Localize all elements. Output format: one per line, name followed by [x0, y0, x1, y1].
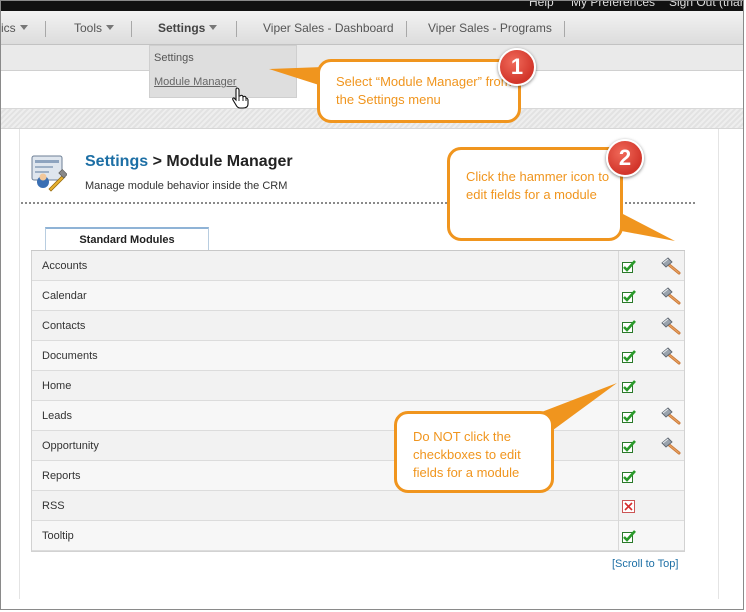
module-name: Leads	[42, 410, 72, 422]
module-manager-icon	[31, 155, 67, 192]
page-subtitle: Manage module behavior inside the CRM	[85, 180, 288, 192]
enabled-checkbox-icon[interactable]	[622, 260, 636, 273]
nav-item-viper-sales-programs[interactable]: Viper Sales - Programs	[428, 21, 552, 35]
tab-standard-modules[interactable]: Standard Modules	[45, 227, 209, 251]
cell-divider	[618, 431, 619, 461]
disabled-checkbox-icon[interactable]	[622, 500, 636, 513]
chevron-down-icon	[106, 25, 115, 30]
nav-separator	[406, 21, 407, 37]
module-name: Calendar	[42, 290, 87, 302]
main-nav-bar: ics Tools Settings Viper Sales - Dashboa…	[1, 11, 743, 45]
dropdown-item-module-manager[interactable]: Module Manager	[154, 76, 237, 88]
callout-do-not-click-checkboxes: Do NOT click the checkboxes to edit fiel…	[394, 411, 554, 493]
callout-2-text: Click the hammer icon to edit fields for…	[466, 169, 610, 202]
enabled-checkbox-icon[interactable]	[622, 380, 636, 393]
page-title-text: Module Manager	[166, 153, 293, 170]
nav-separator	[45, 21, 46, 37]
cell-divider	[618, 251, 619, 281]
table-row: Leads	[32, 401, 684, 431]
callout-1-text: Select “Module Manager” from the Setting…	[336, 74, 512, 107]
cell-divider	[618, 371, 619, 401]
hammer-icon[interactable]	[660, 437, 682, 455]
cell-divider	[618, 401, 619, 431]
hand-cursor-icon	[232, 87, 249, 109]
hammer-icon[interactable]	[660, 257, 682, 275]
enabled-checkbox-icon[interactable]	[622, 410, 636, 423]
module-name: RSS	[42, 500, 65, 512]
cell-divider	[618, 281, 619, 311]
module-name: Reports	[42, 470, 81, 482]
table-row: Calendar	[32, 281, 684, 311]
module-name: Contacts	[42, 320, 86, 332]
chevron-down-icon	[209, 25, 218, 30]
enabled-checkbox-icon[interactable]	[622, 350, 636, 363]
breadcrumb-separator: >	[148, 153, 167, 170]
table-row: Contacts	[32, 311, 684, 341]
table-row: RSS	[32, 491, 684, 521]
enabled-checkbox-icon[interactable]	[622, 320, 636, 333]
chevron-down-icon	[19, 25, 28, 30]
page-title: Settings > Module Manager	[85, 153, 293, 171]
breadcrumb-settings-link[interactable]: Settings	[85, 153, 148, 170]
table-row: Tooltip	[32, 521, 684, 551]
module-name: Home	[42, 380, 72, 392]
nav-item-tools[interactable]: Tools	[74, 21, 115, 35]
cell-divider	[618, 311, 619, 341]
nav-separator	[564, 21, 565, 37]
cell-divider	[618, 341, 619, 371]
cell-divider	[618, 461, 619, 491]
hammer-icon[interactable]	[660, 347, 682, 365]
enabled-checkbox-icon[interactable]	[622, 440, 636, 453]
step-1-badge: 1	[498, 48, 536, 86]
callout-click-hammer: Click the hammer icon to edit fields for…	[447, 147, 623, 241]
my-preferences-link[interactable]: My Preferences	[571, 1, 655, 9]
callout-select-module-manager: Select “Module Manager” from the Setting…	[317, 59, 521, 123]
table-row: Opportunity	[32, 431, 684, 461]
nav-item-settings[interactable]: Settings	[158, 21, 218, 35]
module-name: Documents	[42, 350, 98, 362]
callout-3-text: Do NOT click the checkboxes to edit fiel…	[413, 429, 521, 480]
settings-dropdown-menu: Settings Module Manager	[149, 45, 297, 98]
cell-divider	[618, 521, 619, 551]
table-row: Home	[32, 371, 684, 401]
table-row: Reports	[32, 461, 684, 491]
table-row: Documents	[32, 341, 684, 371]
enabled-checkbox-icon[interactable]	[622, 470, 636, 483]
hammer-icon[interactable]	[660, 287, 682, 305]
top-bar: Help My Preferences Sign Out (thar	[1, 1, 743, 11]
module-name: Opportunity	[42, 440, 99, 452]
dropdown-item-settings[interactable]: Settings	[154, 52, 194, 64]
module-name: Accounts	[42, 260, 88, 272]
nav-item-analytics[interactable]: ics	[1, 21, 28, 35]
nav-item-viper-sales-dashboard[interactable]: Viper Sales - Dashboard	[263, 21, 394, 35]
help-link[interactable]: Help	[529, 1, 554, 9]
module-name: Tooltip	[42, 530, 74, 542]
table-row: Accounts	[32, 251, 684, 281]
modules-table: Accounts Calendar Contacts Documents Home Lea…	[31, 251, 685, 552]
enabled-checkbox-icon[interactable]	[622, 530, 636, 543]
cell-divider	[618, 491, 619, 521]
scroll-to-top-link[interactable]: [Scroll to Top]	[612, 558, 678, 570]
enabled-checkbox-icon[interactable]	[622, 290, 636, 303]
nav-separator	[131, 21, 132, 37]
screenshot-frame: Help My Preferences Sign Out (thar ics T…	[0, 0, 744, 610]
hammer-icon[interactable]	[660, 407, 682, 425]
hammer-icon[interactable]	[660, 317, 682, 335]
nav-separator	[236, 21, 237, 37]
sign-out-link[interactable]: Sign Out (thar	[669, 1, 743, 9]
step-2-badge: 2	[606, 139, 644, 177]
